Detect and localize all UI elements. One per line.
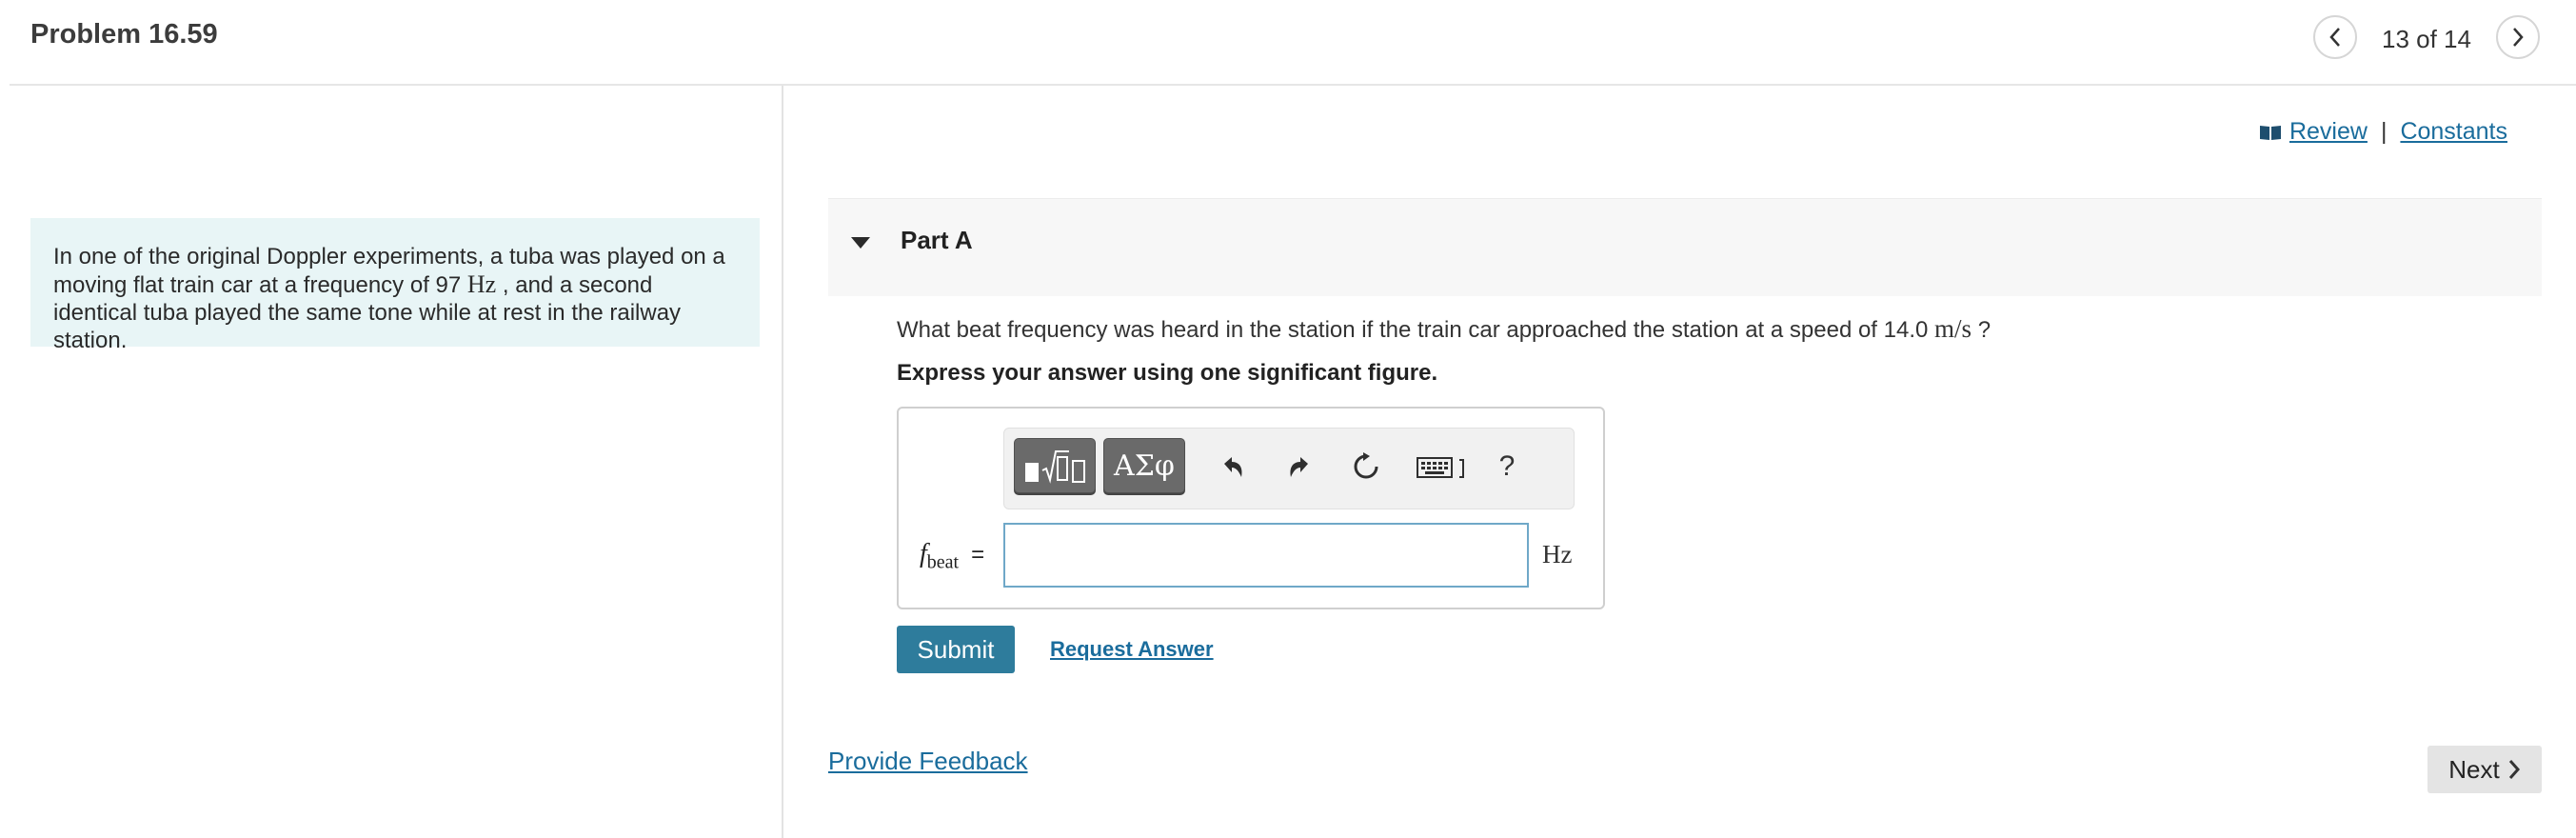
chevron-right-icon: [2513, 28, 2524, 47]
math-toolbar: ΑΣφ ?: [1003, 428, 1575, 509]
provide-feedback-link[interactable]: Provide Feedback: [828, 747, 1028, 776]
constants-link[interactable]: Constants: [2400, 118, 2507, 146]
question-text: What beat frequency was heard in the sta…: [897, 314, 1991, 344]
next-problem-button[interactable]: [2496, 15, 2540, 59]
panel-divider: [782, 86, 783, 838]
chevron-left-icon: [2329, 28, 2340, 47]
chevron-right-icon: [2508, 760, 2520, 779]
problem-counter: 13 of 14: [2382, 25, 2471, 53]
redo-button[interactable]: [1282, 449, 1317, 484]
question-text-end: ?: [1972, 317, 1991, 343]
submit-button[interactable]: Submit: [897, 626, 1015, 673]
problem-header: Problem 16.59 13 of 14: [0, 0, 2576, 84]
help-button[interactable]: ?: [1490, 449, 1524, 484]
answer-box: ΑΣφ ? fbeat = Hz: [897, 407, 1605, 609]
answer-variable-label: fbeat =: [920, 539, 984, 574]
problem-title: Problem 16.59: [30, 19, 218, 50]
next-button-label: Next: [2448, 754, 2500, 784]
next-button[interactable]: Next: [2427, 746, 2542, 793]
resource-links: Review | Constants: [2259, 118, 2507, 146]
greek-symbols-button[interactable]: ΑΣφ: [1103, 438, 1185, 493]
request-answer-link[interactable]: Request Answer: [1050, 637, 1214, 662]
review-link[interactable]: Review: [2289, 118, 2368, 146]
answer-input[interactable]: [1003, 523, 1529, 588]
reset-icon: [1354, 452, 1378, 479]
link-separator: |: [2380, 118, 2388, 145]
question-text-start: What beat frequency was heard in the sta…: [897, 317, 1935, 343]
part-title: Part A: [901, 226, 973, 254]
part-a-header[interactable]: Part A: [828, 198, 2542, 296]
templates-icon: [1025, 450, 1085, 484]
undo-icon: [1224, 457, 1242, 477]
question-unit: m/s: [1934, 314, 1972, 343]
header-divider: [10, 84, 2576, 86]
variable-subscript: beat: [926, 551, 960, 573]
caret-down-icon[interactable]: [851, 237, 870, 249]
keyboard-button[interactable]: [1416, 449, 1469, 484]
previous-problem-button[interactable]: [2313, 15, 2357, 59]
equals-sign: =: [971, 542, 985, 568]
intro-unit: Hz: [466, 270, 497, 298]
undo-button[interactable]: [1216, 449, 1250, 484]
answer-instruction: Express your answer using one significan…: [897, 360, 1438, 386]
redo-icon: [1290, 457, 1308, 477]
book-icon: [2259, 125, 2281, 140]
answer-unit: Hz: [1542, 540, 1573, 569]
templates-button[interactable]: [1014, 438, 1096, 493]
keyboard-icon: [1417, 457, 1464, 478]
reset-button[interactable]: [1349, 449, 1383, 484]
problem-intro: In one of the original Doppler experimen…: [30, 218, 760, 353]
variable-symbol: f: [920, 539, 927, 569]
